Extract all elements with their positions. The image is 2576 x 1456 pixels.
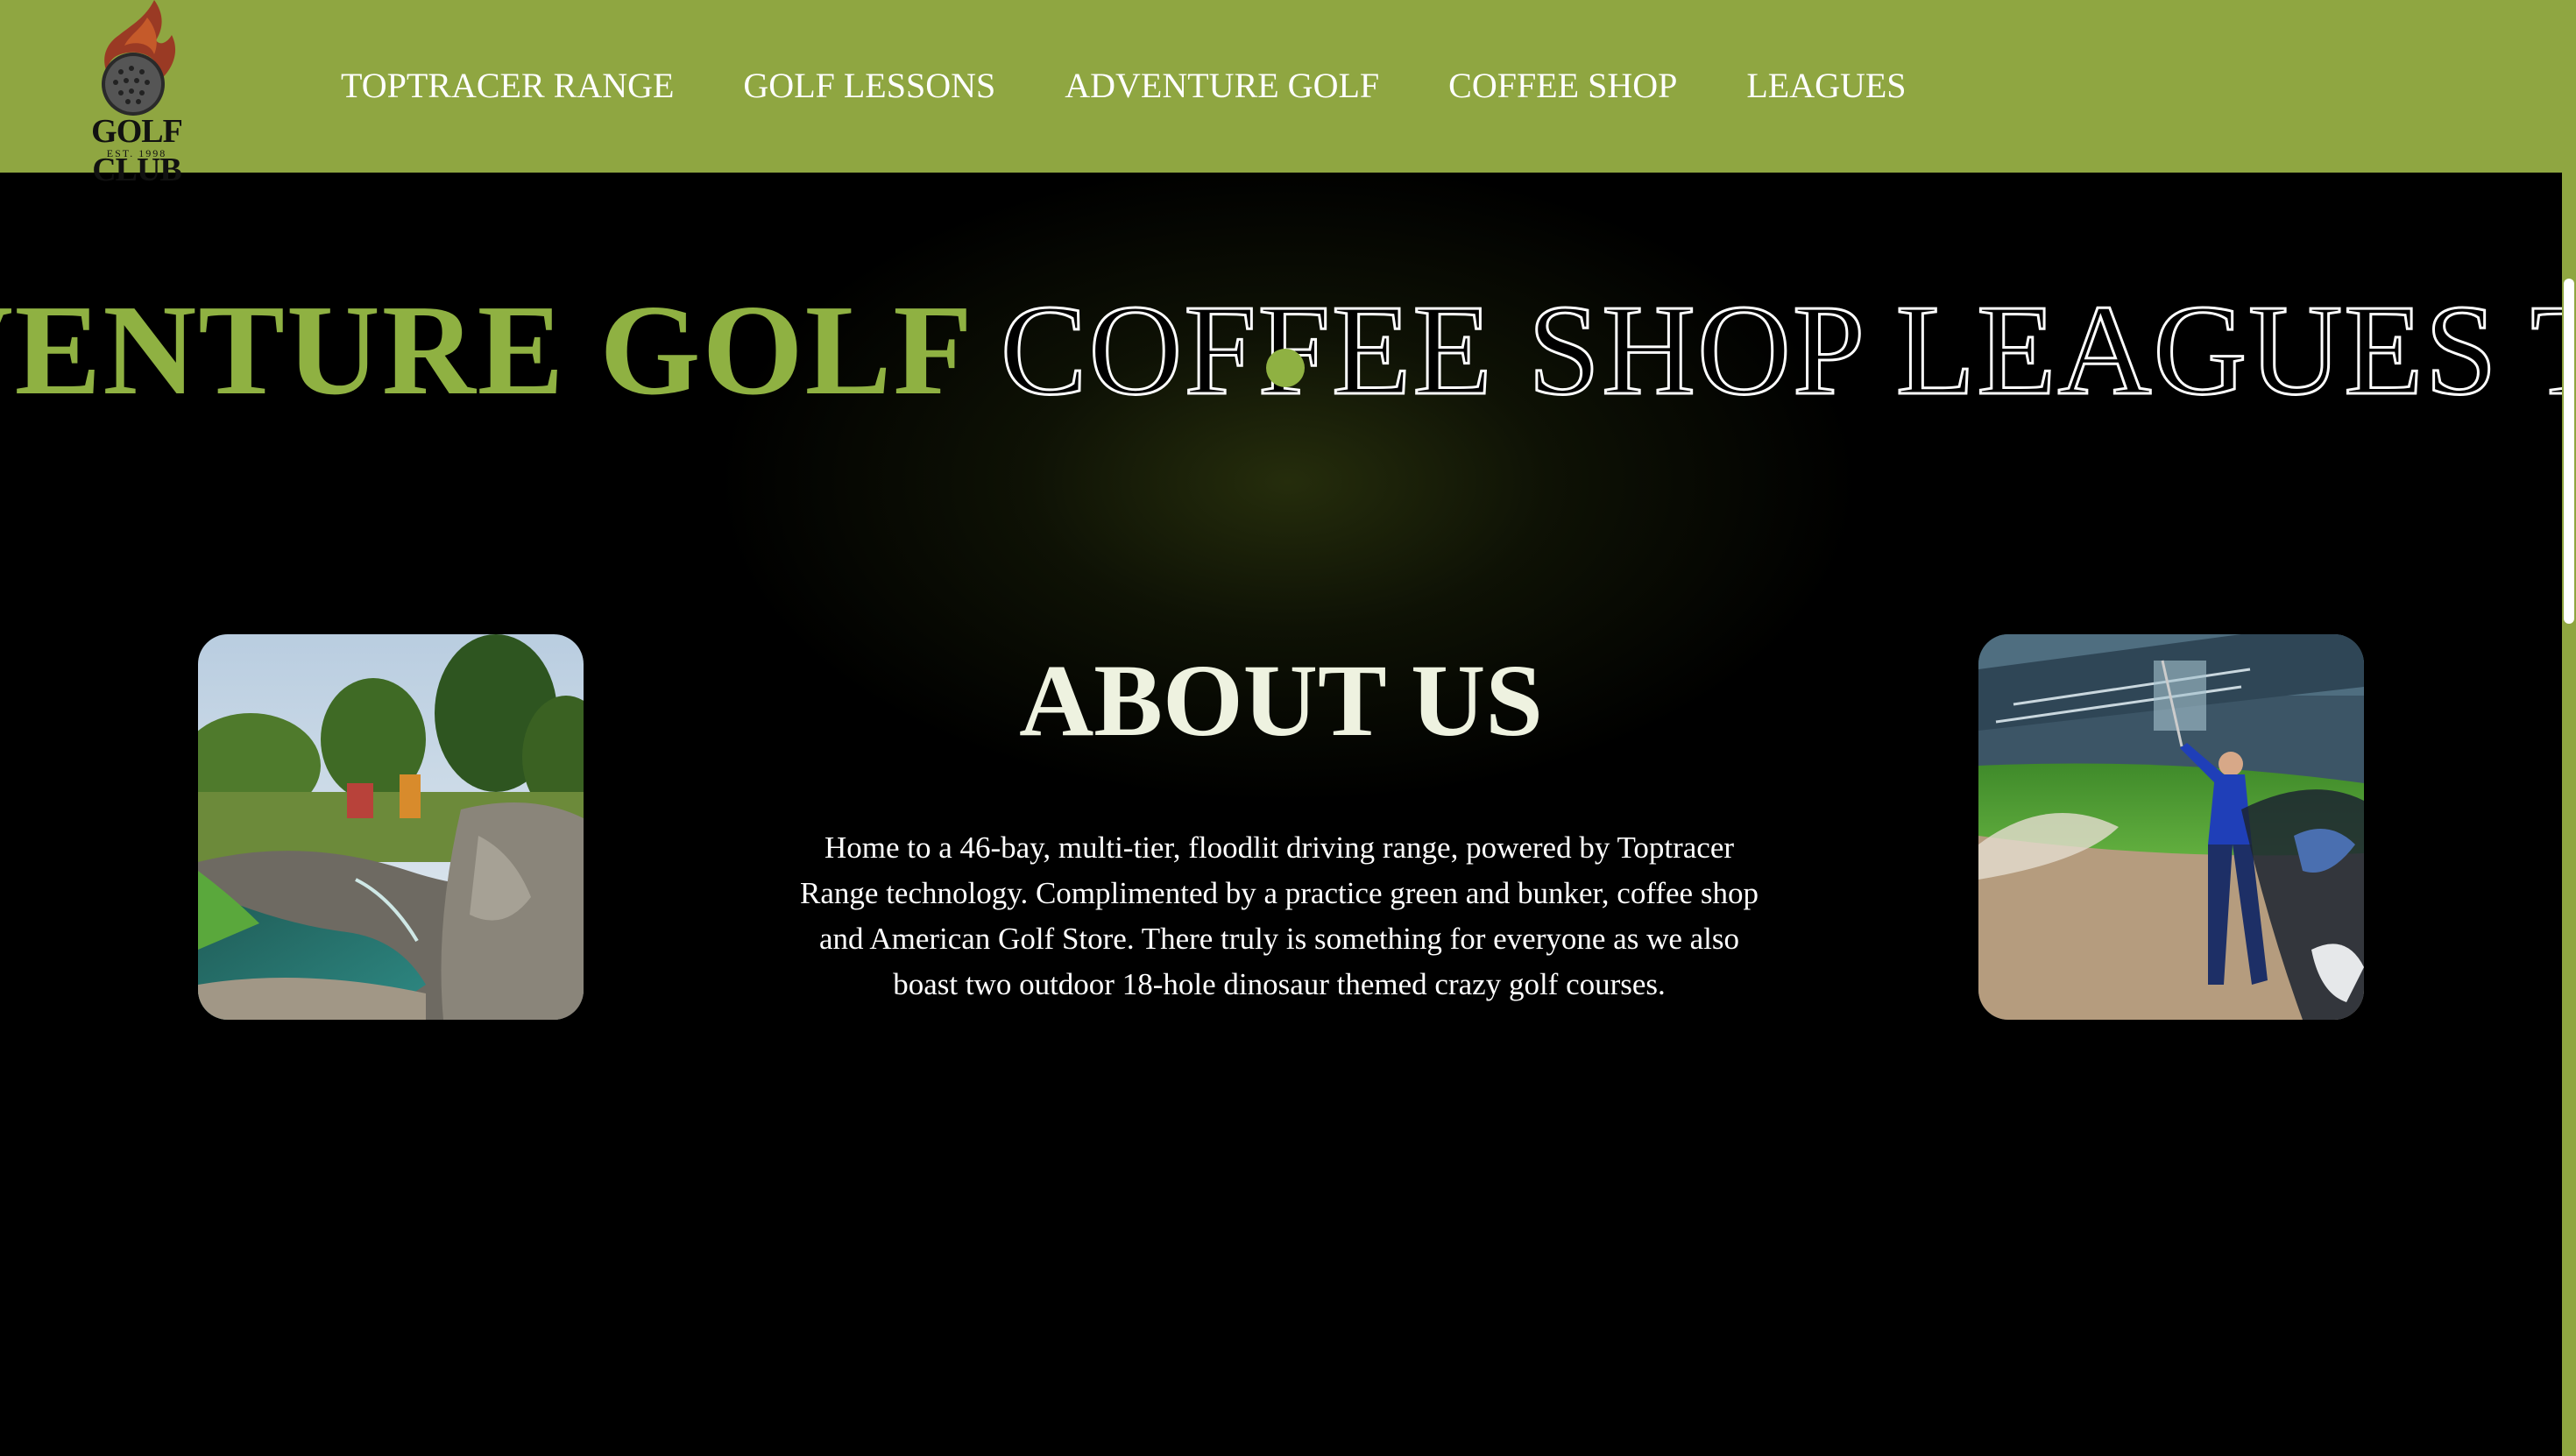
custom-cursor-dot [1266, 349, 1305, 387]
marquee-highlight-text: ADVENTURE GOLF [0, 280, 974, 421]
nav-coffee-shop[interactable]: COFFEE SHOP [1448, 61, 1677, 110]
logo-established: EST. 1998 [106, 147, 167, 159]
site-header: GOLF CLUB EST. 1998 TOPTRACER RANGE GOLF… [0, 0, 2562, 188]
flaming-golf-ball-icon [102, 0, 176, 116]
nav-toptracer-range[interactable]: TOPTRACER RANGE [341, 61, 674, 110]
scrollbar-thumb[interactable] [2564, 279, 2574, 624]
about-description: Home to a 46-bay, multi-tier, floodlit d… [800, 830, 1759, 1001]
marquee-outline-text: COFFEE SHOP LEAGUES TOPTRACER RANGE [999, 280, 2562, 421]
page: GOLF CLUB EST. 1998 TOPTRACER RANGE GOLF… [0, 0, 2576, 1456]
golfer-bunker-photo [1978, 634, 2364, 1020]
nav-leagues[interactable]: LEAGUES [1746, 61, 1906, 110]
golf-club-logo[interactable]: GOLF CLUB EST. 1998 [49, 0, 224, 188]
nav-golf-lessons[interactable]: GOLF LESSONS [743, 61, 995, 110]
nav-adventure-golf[interactable]: ADVENTURE GOLF [1065, 61, 1379, 110]
main-nav: TOPTRACER RANGE GOLF LESSONS ADVENTURE G… [341, 61, 1976, 110]
scrollbar-track[interactable] [2562, 0, 2576, 1456]
